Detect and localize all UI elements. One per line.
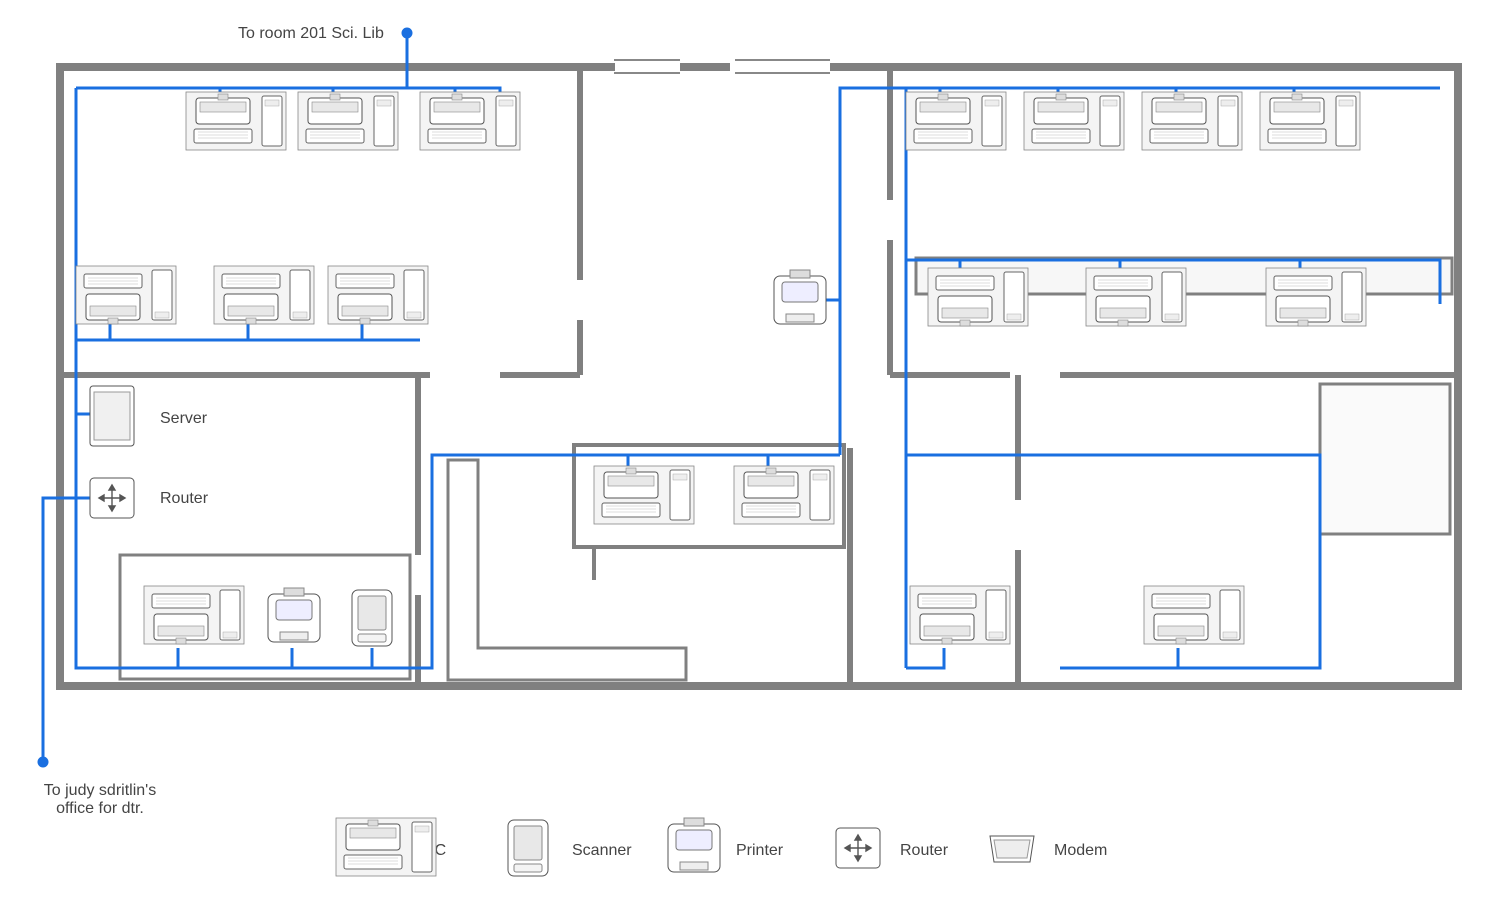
pc-icon — [928, 268, 1028, 326]
pc-icon — [1086, 268, 1186, 326]
pc-icon — [906, 92, 1006, 150]
pc-icon — [1142, 92, 1242, 150]
scanner-icon — [352, 590, 392, 646]
devices — [76, 92, 1366, 646]
walls — [60, 60, 1458, 686]
pc-icon — [594, 466, 694, 524]
pc-icon — [420, 92, 520, 150]
router-icon — [90, 478, 134, 518]
floorplan-svg — [0, 0, 1500, 911]
pc-icon — [1024, 92, 1124, 150]
legend-pc-icon — [336, 818, 436, 876]
printer-icon — [268, 588, 320, 642]
printer-icon — [774, 270, 826, 324]
legend-modem-icon — [990, 836, 1034, 862]
pc-icon — [910, 586, 1010, 644]
pc-icon — [328, 266, 428, 324]
pc-icon — [1260, 92, 1360, 150]
diagram-canvas: To room 201 Sci. Lib To judy sdritlin's … — [0, 0, 1500, 911]
legend — [336, 818, 1034, 876]
legend-scanner-icon — [508, 820, 548, 876]
pc-icon — [214, 266, 314, 324]
legend-router-icon — [836, 828, 880, 868]
pc-icon — [734, 466, 834, 524]
pc-icon — [186, 92, 286, 150]
pc-icon — [298, 92, 398, 150]
pc-icon — [1144, 586, 1244, 644]
legend-printer-icon — [668, 818, 720, 872]
pc-icon — [1266, 268, 1366, 326]
pc-icon — [76, 266, 176, 324]
pc-icon — [144, 586, 244, 644]
server-icon — [90, 386, 134, 446]
